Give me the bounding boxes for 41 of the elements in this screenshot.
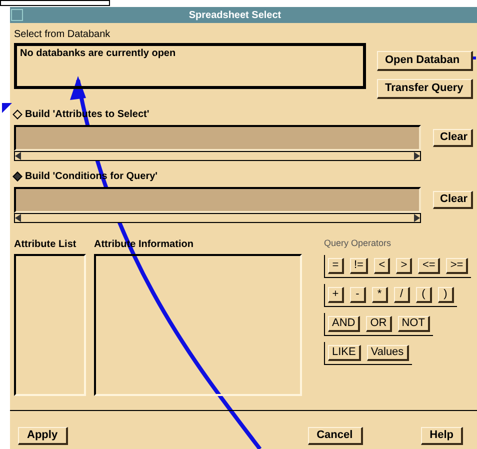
operator-button[interactable]: * <box>372 286 388 302</box>
operator-button[interactable]: AND <box>328 316 360 332</box>
footer-button[interactable]: Apply <box>18 427 68 445</box>
operator-button[interactable]: < <box>374 258 390 274</box>
input-field[interactable] <box>14 187 421 213</box>
databank-message-box: No databanks are currently open <box>14 43 366 89</box>
scrollbar[interactable] <box>14 151 421 161</box>
clear-button[interactable]: Clear <box>433 191 473 209</box>
operator-button[interactable]: ) <box>438 286 454 302</box>
operator-button[interactable]: - <box>350 286 366 302</box>
input-field[interactable] <box>14 125 421 151</box>
clear-button[interactable]: Clear <box>433 129 473 147</box>
operator-button[interactable]: / <box>394 286 410 302</box>
annotation-arrow-icon <box>2 103 12 113</box>
operator-button[interactable]: NOT <box>398 316 430 332</box>
operator-button[interactable]: LIKE <box>328 344 361 360</box>
footer-button[interactable]: Help <box>420 427 464 445</box>
operator-button[interactable]: != <box>350 258 368 274</box>
attribute-list-label: Attribute List <box>14 238 78 252</box>
toggle-indicator-icon[interactable] <box>12 110 22 120</box>
right-arrow-icon <box>414 152 420 160</box>
operator-button[interactable]: OR <box>366 316 392 332</box>
operator-button[interactable]: Values <box>366 344 409 360</box>
left-arrow-icon <box>15 152 21 160</box>
right-arrow-icon <box>414 214 420 222</box>
operator-button[interactable]: + <box>328 286 344 302</box>
side-button[interactable]: Transfer Query <box>377 79 473 99</box>
toggle-indicator-icon[interactable] <box>12 172 22 182</box>
databank-label: Select from Databank <box>14 28 112 42</box>
query-operators-label: Query Operators <box>324 237 392 250</box>
window-title: Spreadsheet Select <box>188 8 282 22</box>
attribute-list[interactable] <box>14 254 86 396</box>
operator-button[interactable]: <= <box>418 258 440 274</box>
left-arrow-icon <box>15 214 21 222</box>
operator-button[interactable]: = <box>328 258 344 274</box>
scrollbar[interactable] <box>14 213 421 223</box>
footer-button[interactable]: Cancel <box>308 427 363 445</box>
side-button[interactable]: Open Databan <box>377 51 473 71</box>
operator-button[interactable]: > <box>396 258 412 274</box>
operator-button[interactable]: >= <box>446 258 468 274</box>
operator-button[interactable]: ( <box>416 286 432 302</box>
